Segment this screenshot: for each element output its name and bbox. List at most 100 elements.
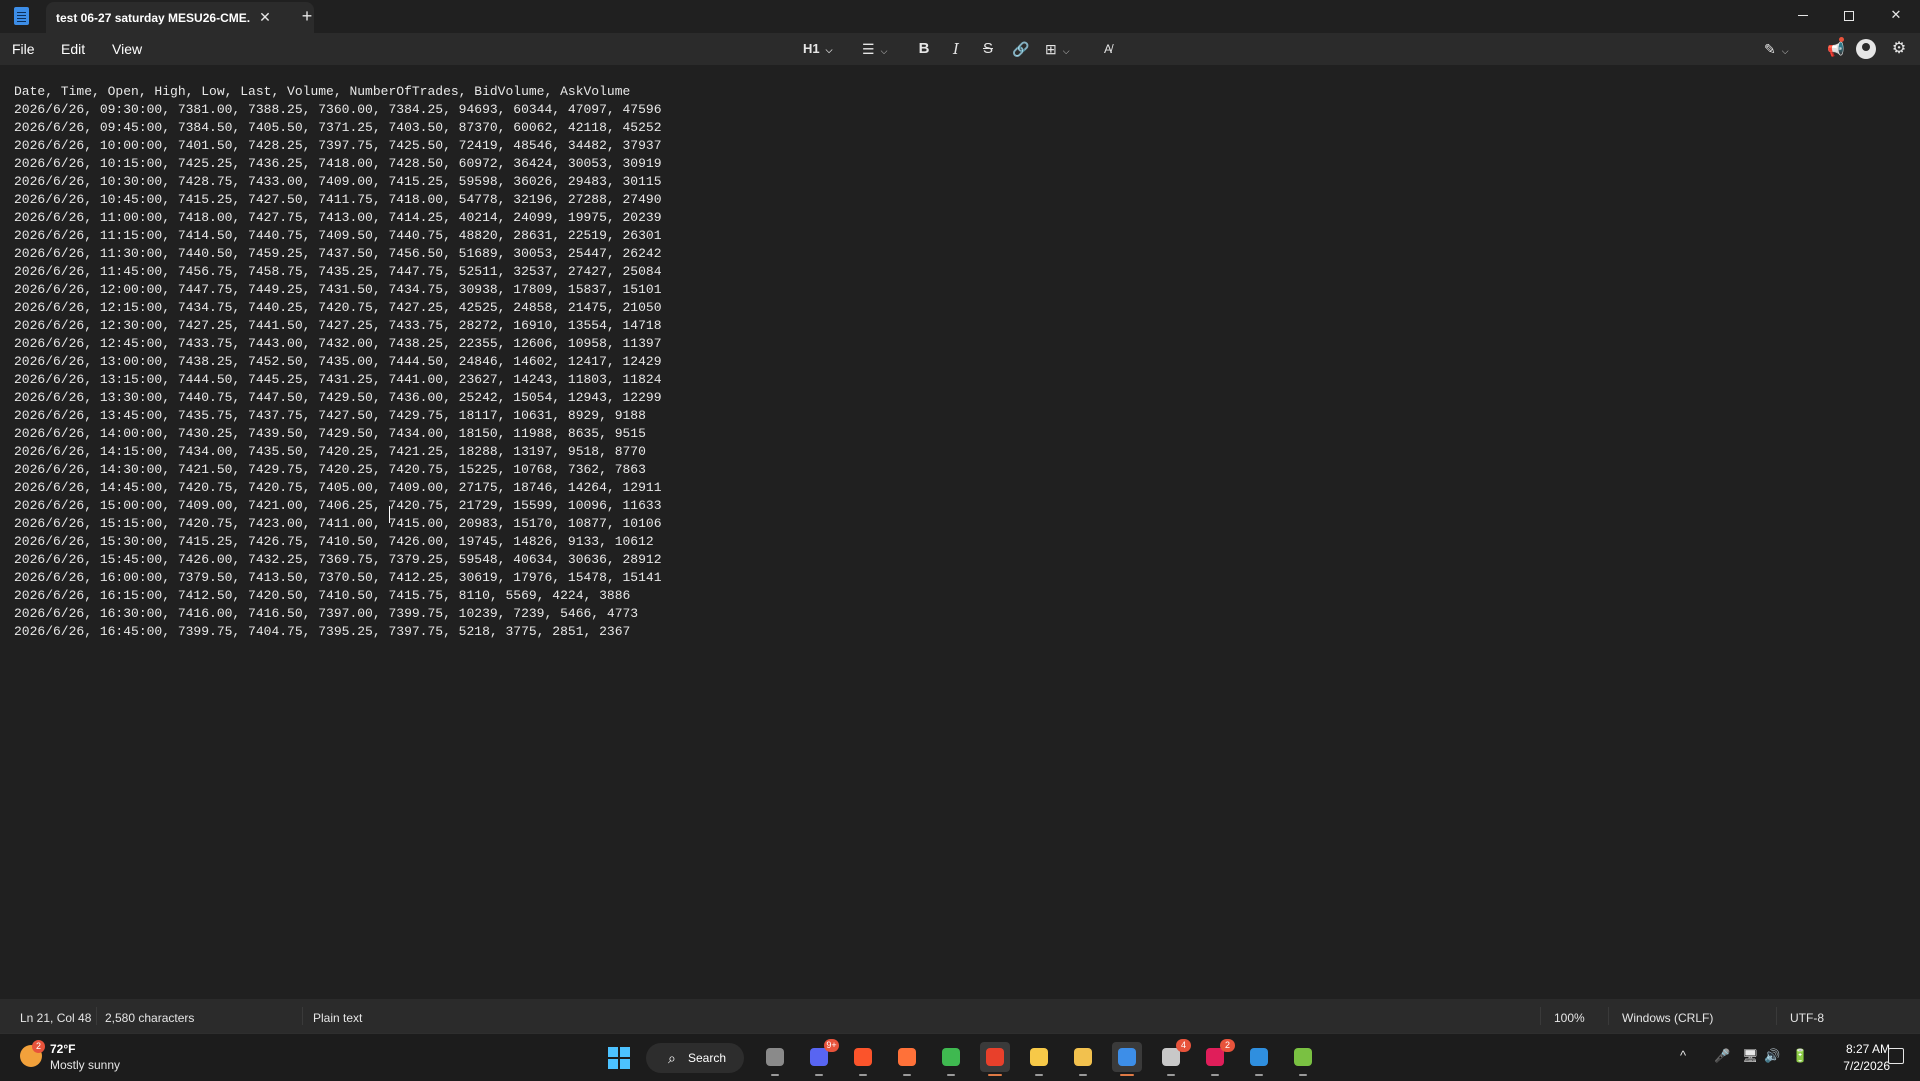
copilot-write-dropdown[interactable]: ✎ ⌵ xyxy=(1764,38,1789,60)
list-dropdown[interactable]: ☰ ⌵ xyxy=(862,38,887,60)
data-line: 2026/6/26, 14:00:00, 7430.25, 7439.50, 7… xyxy=(14,426,646,441)
running-indicator xyxy=(1079,1074,1087,1076)
running-indicator xyxy=(771,1074,779,1076)
text-editor[interactable]: Date, Time, Open, High, Low, Last, Volum… xyxy=(0,65,1920,999)
running-indicator xyxy=(1211,1074,1219,1076)
taskbar-app-brave[interactable] xyxy=(848,1042,878,1076)
zoom-level[interactable]: 100% xyxy=(1554,1011,1585,1025)
file-explorer-icon xyxy=(1074,1048,1092,1066)
data-line: 2026/6/26, 09:30:00, 7381.00, 7388.25, 7… xyxy=(14,102,662,117)
list-icon: ☰ xyxy=(862,41,875,57)
data-line: 2026/6/26, 10:30:00, 7428.75, 7433.00, 7… xyxy=(14,174,662,189)
battery-icon[interactable]: 🔋 xyxy=(1792,1048,1808,1064)
heading-dropdown[interactable]: H1 ⌵ xyxy=(803,38,832,60)
table-dropdown[interactable]: ⊞ ⌵ xyxy=(1045,38,1070,60)
strikethrough-button[interactable]: S xyxy=(981,38,995,60)
data-line: 2026/6/26, 11:30:00, 7440.50, 7459.25, 7… xyxy=(14,246,662,261)
clock-date[interactable]: 7/2/2026 xyxy=(1826,1059,1890,1073)
tab-title: test 06-27 saturday MESU26-CME. xyxy=(56,11,251,25)
menu-file[interactable]: File xyxy=(12,41,35,57)
bold-button[interactable]: B xyxy=(917,38,931,60)
search-icon: ⌕ xyxy=(668,1050,676,1066)
data-line: 2026/6/26, 15:30:00, 7415.25, 7426.75, 7… xyxy=(14,534,654,549)
running-indicator xyxy=(1120,1074,1134,1076)
new-tab-button[interactable]: + xyxy=(296,5,318,27)
taskbar-app-vpn[interactable] xyxy=(936,1042,966,1076)
chevron-down-icon: ⌵ xyxy=(1062,46,1070,56)
slack-icon xyxy=(1206,1048,1224,1066)
trading-app-icon xyxy=(986,1048,1004,1066)
data-line: 2026/6/26, 11:45:00, 7456.75, 7458.75, 7… xyxy=(14,264,662,279)
data-line: 2026/6/26, 16:30:00, 7416.00, 7416.50, 7… xyxy=(14,606,639,621)
divider xyxy=(302,1007,303,1025)
data-line: 2026/6/26, 14:45:00, 7420.75, 7420.75, 7… xyxy=(14,480,662,495)
taskbar-app-trading-app[interactable] xyxy=(980,1042,1010,1076)
data-line: 2026/6/26, 13:45:00, 7435.75, 7437.75, 7… xyxy=(14,408,646,423)
italic-button[interactable]: I xyxy=(949,38,963,60)
heading-label: H1 xyxy=(803,41,820,56)
close-window-button[interactable]: ✕ xyxy=(1873,0,1919,30)
taskbar-app-firefox[interactable] xyxy=(892,1042,922,1076)
clock-time[interactable]: 8:27 AM xyxy=(1830,1042,1890,1056)
divider xyxy=(1608,1007,1609,1025)
taskbar-app-photos[interactable] xyxy=(1244,1042,1274,1076)
data-line: 2026/6/26, 13:15:00, 7444.50, 7445.25, 7… xyxy=(14,372,662,387)
running-indicator xyxy=(1035,1074,1043,1076)
data-line: 2026/6/26, 09:45:00, 7384.50, 7405.50, 7… xyxy=(14,120,662,135)
notification-icon[interactable] xyxy=(1888,1048,1904,1064)
menu-edit[interactable]: Edit xyxy=(61,41,85,57)
microphone-icon[interactable]: 🎤 xyxy=(1714,1048,1730,1064)
pen-sparkle-icon: ✎ xyxy=(1764,41,1776,57)
network-icon[interactable]: 🖥 xyxy=(1742,1048,1759,1064)
text-format[interactable]: Plain text xyxy=(313,1011,362,1025)
running-indicator xyxy=(859,1074,867,1076)
notification-badge: 4 xyxy=(1176,1039,1191,1052)
taskbar-app-sticky-notes[interactable] xyxy=(1024,1042,1054,1076)
divider xyxy=(96,1007,97,1025)
notepad-icon xyxy=(1118,1048,1136,1066)
notification-badge: 9+ xyxy=(824,1039,839,1052)
windows-logo-icon xyxy=(608,1047,618,1057)
volume-icon[interactable]: 🔊 xyxy=(1764,1048,1780,1064)
weather-condition: Mostly sunny xyxy=(50,1058,121,1072)
start-button[interactable] xyxy=(608,1047,630,1069)
document-tab[interactable]: test 06-27 saturday MESU26-CME. ✕ xyxy=(46,2,314,33)
photos-icon xyxy=(1250,1048,1268,1066)
menu-view[interactable]: View xyxy=(112,41,142,57)
data-line: 2026/6/26, 11:15:00, 7414.50, 7440.75, 7… xyxy=(14,228,662,243)
minimize-button[interactable] xyxy=(1780,0,1826,30)
steam-icon xyxy=(1162,1048,1180,1066)
taskbar-app-notepad[interactable] xyxy=(1112,1042,1142,1076)
data-line: 2026/6/26, 10:00:00, 7401.50, 7428.25, 7… xyxy=(14,138,662,153)
encoding: UTF-8 xyxy=(1790,1011,1824,1025)
data-line: 2026/6/26, 10:15:00, 7425.25, 7436.25, 7… xyxy=(14,156,662,171)
gear-icon[interactable]: ⚙ xyxy=(1890,38,1908,60)
taskbar-app-slack[interactable]: 2 xyxy=(1200,1039,1235,1076)
taskbar-app-task-view[interactable] xyxy=(760,1042,790,1076)
weather-temperature: 72°F xyxy=(50,1042,76,1056)
data-line: 2026/6/26, 12:15:00, 7434.75, 7440.25, 7… xyxy=(14,300,662,315)
chevron-up-icon[interactable]: ^ xyxy=(1680,1048,1686,1063)
clear-formatting-icon[interactable]: A̸ xyxy=(1100,38,1116,60)
taskbar-app-discord[interactable]: 9+ xyxy=(804,1039,839,1076)
link-icon[interactable]: 🔗 xyxy=(1012,38,1029,60)
notepad-app-icon xyxy=(14,7,29,25)
taskbar-search[interactable]: ⌕ Search xyxy=(646,1043,744,1073)
running-indicator xyxy=(815,1074,823,1076)
taskbar-app-steam[interactable]: 4 xyxy=(1156,1039,1191,1076)
status-bar: Ln 21, Col 48 2,580 characters Plain tex… xyxy=(0,999,1920,1033)
taskbar-app-file-explorer[interactable] xyxy=(1068,1042,1098,1076)
maximize-button[interactable] xyxy=(1826,0,1872,30)
account-avatar[interactable] xyxy=(1856,39,1876,59)
header-line: Date, Time, Open, High, Low, Last, Volum… xyxy=(14,84,631,99)
data-line: 2026/6/26, 13:00:00, 7438.25, 7452.50, 7… xyxy=(14,354,662,369)
vpn-icon xyxy=(942,1048,960,1066)
close-tab-icon[interactable]: ✕ xyxy=(255,7,275,27)
taskbar-app-terminal-app[interactable] xyxy=(1288,1042,1318,1076)
sticky-notes-icon xyxy=(1030,1048,1048,1066)
divider xyxy=(1776,1007,1777,1025)
notification-dot xyxy=(1839,37,1844,42)
task-view-icon xyxy=(766,1048,784,1066)
data-line: 2026/6/26, 12:30:00, 7427.25, 7441.50, 7… xyxy=(14,318,662,333)
announcement-icon[interactable]: 📢 xyxy=(1827,37,1844,60)
